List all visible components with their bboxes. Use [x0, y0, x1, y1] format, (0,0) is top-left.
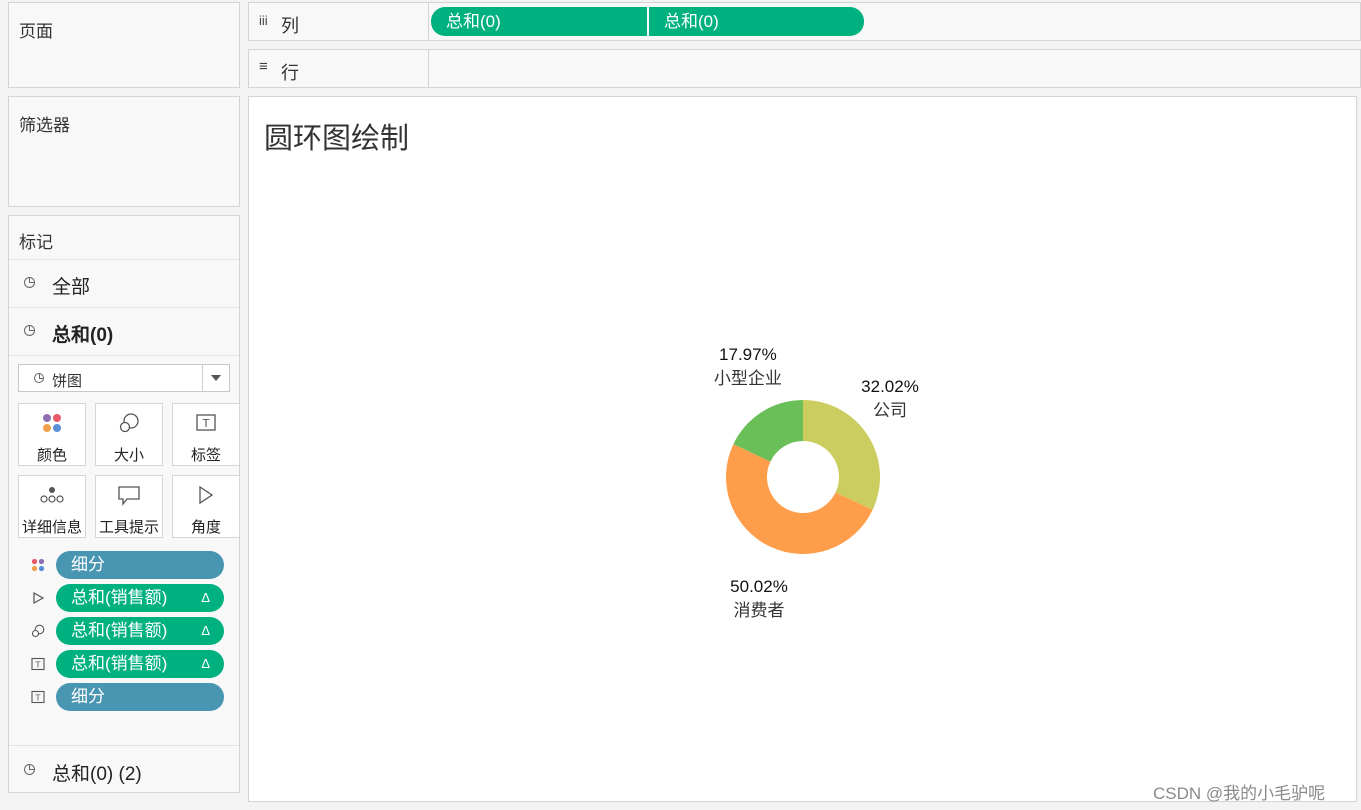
- marks-layer-sum0-label: 总和(0): [52, 325, 114, 346]
- slice-category-label: 消费者: [734, 601, 785, 621]
- mark-type-dropdown[interactable]: 饼图: [18, 364, 230, 392]
- size-button[interactable]: 大小: [95, 403, 163, 466]
- rows-shelf-header: ≡ 行: [249, 50, 429, 87]
- slice-label-3: 17.97% 小型企业: [714, 345, 782, 389]
- divider: [9, 355, 239, 356]
- filters-panel[interactable]: 筛选器: [8, 96, 240, 207]
- slice-label-2: 50.02% 消费者: [730, 577, 788, 621]
- field-pill-label: 总和(销售额): [71, 621, 168, 640]
- marks-layer-all-label: 全部: [52, 277, 91, 298]
- columns-shelf-label: 列: [281, 16, 299, 36]
- slice-value-label: 17.97%: [719, 345, 777, 364]
- field-pill[interactable]: 细分: [56, 683, 224, 711]
- field-pill[interactable]: 总和(销售额) Δ: [56, 650, 224, 678]
- columns-shelf[interactable]: iii 列 总和(0) 总和(0): [248, 2, 1361, 41]
- pages-panel[interactable]: 页面: [8, 2, 240, 88]
- angle-icon: [31, 591, 45, 605]
- field-pill-label: 细分: [71, 687, 105, 706]
- marks-layer-sum0[interactable]: 总和(0): [9, 307, 239, 355]
- detail-button[interactable]: 详细信息: [18, 475, 86, 538]
- watermark: CSDN @我的小毛驴呢: [1153, 784, 1326, 803]
- svg-text:T: T: [202, 417, 210, 430]
- delta-icon: Δ: [201, 590, 210, 605]
- tooltip-button[interactable]: 工具提示: [95, 475, 163, 538]
- slice-label-1: 32.02% 公司: [861, 377, 919, 421]
- color-icon: [31, 558, 45, 572]
- columns-shelf-header: iii 列: [249, 3, 429, 40]
- label-button-label: 标签: [190, 447, 221, 464]
- field-pill-label: 细分: [71, 555, 105, 574]
- label-icon: T: [31, 657, 45, 671]
- chevron-down-icon[interactable]: [202, 365, 229, 391]
- field-pill[interactable]: 总和(销售额) Δ: [56, 584, 224, 612]
- marks-field-label-2[interactable]: T 细分: [23, 682, 233, 712]
- label-icon: T: [31, 690, 45, 704]
- donut-slice-1[interactable]: [803, 400, 880, 510]
- columns-icon: iii: [259, 13, 268, 28]
- detail-dots-icon: [19, 484, 85, 506]
- pie-icon: [24, 764, 35, 775]
- rows-shelf-label: 行: [281, 63, 299, 83]
- slice-category-label: 小型企业: [714, 369, 782, 389]
- size-icon: [31, 624, 45, 638]
- color-dots-icon: [19, 412, 85, 434]
- pie-icon: [34, 373, 44, 383]
- worksheet-view[interactable]: 圆环图绘制 32.02% 公司 50.02% 消费者 17.97% 小型企业 CSDN @…: [248, 96, 1357, 803]
- text-label-icon: T: [173, 412, 239, 434]
- size-icon: [96, 412, 162, 434]
- field-pill[interactable]: 总和(销售额) Δ: [56, 617, 224, 645]
- marks-layer-sum0-2-label: 总和(0) (2): [52, 764, 142, 785]
- detail-button-label: 详细信息: [21, 519, 82, 536]
- angle-icon: [173, 484, 239, 506]
- delta-icon: Δ: [201, 623, 210, 638]
- angle-button[interactable]: 角度: [172, 475, 240, 538]
- field-pill-label: 总和(销售额): [71, 654, 168, 673]
- color-button[interactable]: 颜色: [18, 403, 86, 466]
- marks-panel: 标记 全部 总和(0) 饼图 颜色 大小 T 标签 详细信息 工具提示 角度 细…: [8, 215, 240, 793]
- size-button-label: 大小: [113, 447, 144, 464]
- marks-field-angle[interactable]: 总和(销售额) Δ: [23, 583, 233, 613]
- mark-type-value: 饼图: [52, 373, 83, 390]
- marks-field-label[interactable]: T 总和(销售额) Δ: [23, 649, 233, 679]
- tooltip-button-label: 工具提示: [98, 519, 159, 536]
- marks-field-color[interactable]: 细分: [23, 550, 233, 580]
- pages-panel-title: 页面: [19, 22, 53, 41]
- rows-shelf[interactable]: ≡ 行: [248, 49, 1361, 88]
- column-pill[interactable]: 总和(0): [649, 7, 864, 36]
- field-pill-label: 总和(销售额): [71, 588, 168, 607]
- rows-icon: ≡: [259, 58, 268, 75]
- pie-icon: [24, 277, 35, 288]
- pie-icon: [24, 325, 35, 336]
- color-button-label: 颜色: [36, 447, 67, 464]
- label-button[interactable]: T 标签: [172, 403, 240, 466]
- svg-text:T: T: [35, 661, 41, 670]
- tooltip-icon: [96, 484, 162, 506]
- marks-layer-sum0-2[interactable]: 总和(0) (2): [9, 745, 239, 794]
- marks-field-size[interactable]: 总和(销售额) Δ: [23, 616, 233, 646]
- filters-panel-title: 筛选器: [19, 116, 70, 135]
- angle-button-label: 角度: [190, 519, 221, 536]
- delta-icon: Δ: [201, 656, 210, 671]
- donut-chart[interactable]: 32.02% 公司 50.02% 消费者 17.97% 小型企业: [249, 97, 1356, 801]
- slice-value-label: 32.02%: [861, 377, 919, 396]
- slice-value-label: 50.02%: [730, 577, 788, 596]
- svg-text:T: T: [35, 694, 41, 703]
- marks-panel-title: 标记: [19, 233, 53, 252]
- field-pill[interactable]: 细分: [56, 551, 224, 579]
- column-pill[interactable]: 总和(0): [431, 7, 647, 36]
- marks-layer-all[interactable]: 全部: [9, 259, 239, 307]
- slice-category-label: 公司: [873, 401, 907, 421]
